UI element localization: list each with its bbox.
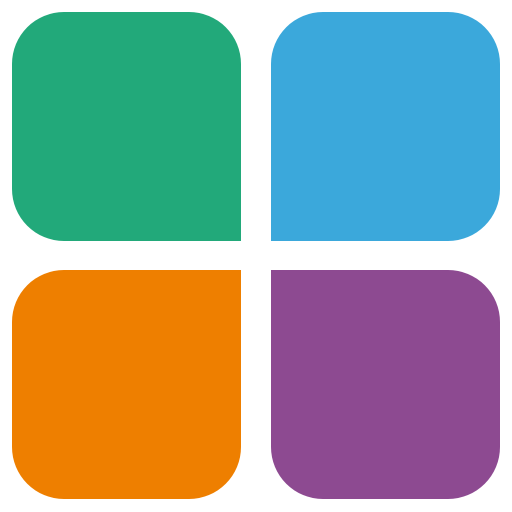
logo-tile-bottom-left-orange bbox=[12, 270, 241, 499]
logo-canvas bbox=[0, 0, 512, 512]
logo-tile-bottom-right-purple bbox=[271, 270, 500, 499]
logo-tile-top-right-blue bbox=[271, 12, 500, 241]
logo-tile-top-left-green bbox=[12, 12, 241, 241]
